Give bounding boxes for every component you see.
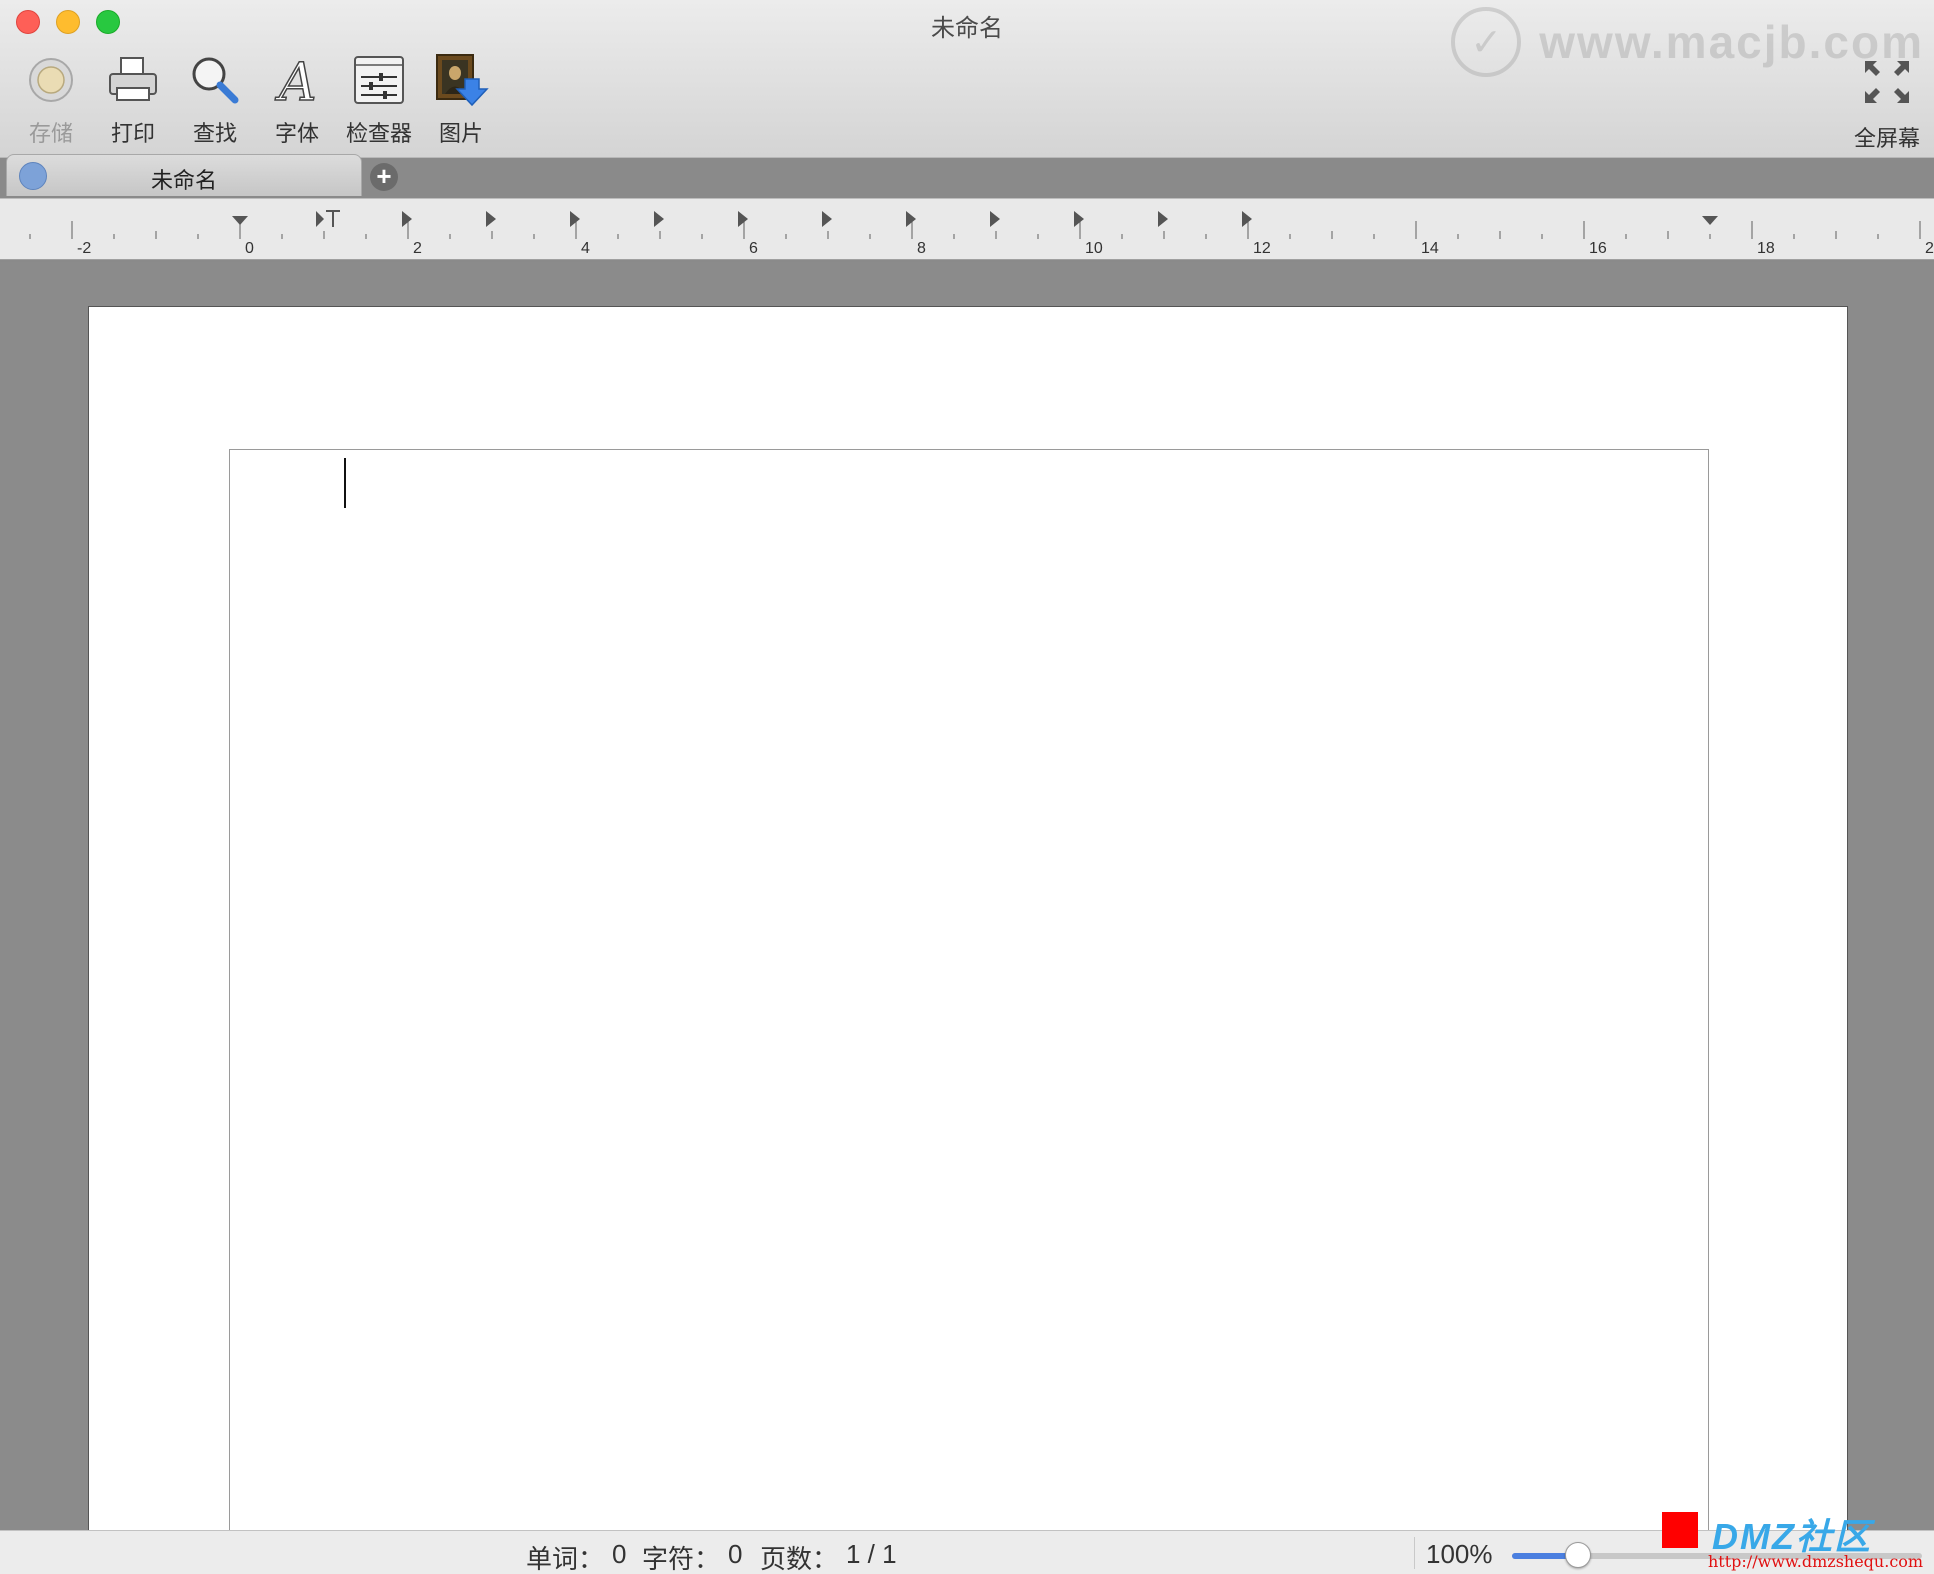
ruler-label: 20: [1925, 240, 1934, 257]
inspector-icon: [351, 52, 407, 108]
tab-stop-marker-icon[interactable]: [738, 211, 748, 227]
find-label: 查找: [192, 121, 237, 146]
font-button[interactable]: A 字体: [260, 52, 334, 148]
search-icon: [187, 52, 243, 108]
tab-stop-marker-icon[interactable]: [654, 211, 664, 227]
char-count-label: 字符：: [642, 1544, 721, 1574]
font-label: 字体: [274, 121, 319, 146]
fullscreen-icon: [1862, 58, 1912, 111]
page-count-value: 1 / 1: [846, 1539, 897, 1569]
image-label: 图片: [438, 121, 483, 146]
tab-stop-marker-icon[interactable]: [486, 211, 496, 227]
char-count-value: 0: [728, 1539, 743, 1569]
tab-stop-marker-icon[interactable]: [1158, 211, 1168, 227]
document-page: [88, 306, 1848, 1530]
ruler-label: 10: [1085, 240, 1103, 257]
ruler-label: 16: [1589, 240, 1607, 257]
tab-stop-marker-icon[interactable]: [1074, 211, 1084, 227]
tab-stop-marker-icon[interactable]: [1242, 211, 1252, 227]
ruler-label: 14: [1421, 240, 1439, 257]
tab-stop-marker-icon[interactable]: [402, 211, 412, 227]
left-indent-marker-icon[interactable]: [316, 211, 324, 227]
ruler-label: 4: [581, 240, 590, 257]
fullscreen-button[interactable]: 全屏幕: [1854, 58, 1920, 153]
status-bar: 单词： 0 字符： 0 页数： 1 / 1 100%: [0, 1530, 1934, 1574]
text-editor[interactable]: [229, 449, 1709, 1530]
find-button[interactable]: 查找: [178, 52, 252, 148]
tab-stop-marker-icon[interactable]: [822, 211, 832, 227]
word-count-value: 0: [612, 1539, 627, 1569]
tab-stop-marker-icon[interactable]: [906, 211, 916, 227]
first-line-indent-marker-icon[interactable]: [232, 216, 248, 225]
inspector-label: 检查器: [345, 121, 412, 146]
add-tab-button[interactable]: +: [370, 163, 398, 191]
ruler-label: 6: [749, 240, 758, 257]
status-divider: [1414, 1537, 1415, 1569]
print-icon: [105, 52, 161, 108]
ruler-label: 0: [245, 240, 254, 257]
overlay-logo-url: http://www.dmzshequ.com: [1708, 1552, 1924, 1571]
tab-untitled[interactable]: 未命名: [6, 154, 362, 196]
watermark-logo-icon: ✓: [1451, 7, 1522, 77]
ruler-scale[interactable]: -2 0 2 4 6 8 10 12 14 16 18 20: [0, 199, 1934, 261]
ruler-label: -2: [77, 240, 91, 257]
ruler-label: 8: [917, 240, 926, 257]
ruler[interactable]: -2 0 2 4 6 8 10 12 14 16 18 20: [0, 198, 1934, 260]
overlay-logo-mark-icon: [1662, 1512, 1698, 1548]
save-icon: [23, 52, 79, 108]
save-button[interactable]: 存储: [14, 52, 88, 148]
save-label: 存储: [28, 121, 73, 146]
plus-icon: +: [376, 161, 392, 191]
overlay-logo: DMZ社区 http://www.dmzshequ.com: [1662, 1508, 1934, 1574]
fullscreen-label: 全屏幕: [1853, 126, 1920, 151]
insert-image-button[interactable]: 图片: [424, 52, 498, 148]
print-button[interactable]: 打印: [96, 52, 170, 148]
tab-stop-marker-icon[interactable]: [570, 211, 580, 227]
ruler-label: 2: [413, 240, 422, 257]
ruler-label: 12: [1253, 240, 1271, 257]
svg-text:A: A: [275, 54, 317, 106]
tab-label: 未命名: [150, 168, 217, 193]
font-icon: A: [269, 52, 325, 108]
window-titlebar: 未命名 ✓ www.macjb.com 存储 打印 查找 A 字体 检查器 图片…: [0, 0, 1934, 158]
word-count-label: 单词：: [526, 1544, 605, 1574]
page-count-label: 页数：: [760, 1544, 839, 1574]
text-indent-marker-icon[interactable]: [326, 210, 340, 227]
tab-bar: 未命名 +: [0, 154, 1934, 198]
inspector-button[interactable]: 检查器: [342, 52, 416, 148]
zoom-level: 100%: [1426, 1539, 1493, 1569]
ruler-label: 18: [1757, 240, 1775, 257]
document-scroll-area[interactable]: [0, 262, 1934, 1530]
right-margin-marker-icon[interactable]: [1702, 216, 1718, 225]
print-label: 打印: [110, 121, 155, 146]
tab-stop-marker-icon[interactable]: [990, 211, 1000, 227]
image-icon: [433, 52, 489, 108]
text-caret: [344, 458, 346, 508]
zoom-slider-knob[interactable]: [1564, 1542, 1591, 1568]
toolbar: 存储 打印 查找 A 字体 检查器 图片: [14, 52, 506, 148]
